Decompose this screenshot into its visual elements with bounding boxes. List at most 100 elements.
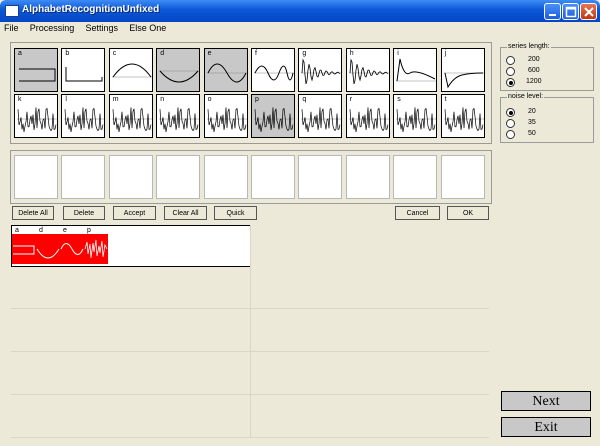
letter-cell-f[interactable]: f <box>251 48 295 92</box>
delete-button[interactable]: Delete <box>63 206 105 220</box>
letter-label: e <box>207 50 212 57</box>
menu-else-one[interactable]: Else One <box>129 23 166 33</box>
letter-cell-e[interactable]: e <box>203 48 248 92</box>
minimize-button[interactable] <box>544 3 561 20</box>
maximize-button[interactable] <box>562 3 579 20</box>
series-length-600-radio[interactable] <box>506 67 515 76</box>
letter-cell-a[interactable]: a <box>14 48 58 92</box>
letter-cell-m[interactable]: m <box>108 94 153 138</box>
letter-cell-i[interactable]: i <box>393 48 438 92</box>
sequence-cell[interactable] <box>12 234 36 264</box>
letter-cell-l[interactable]: l <box>61 94 106 138</box>
letter-cell-r[interactable]: r <box>345 94 390 138</box>
series-length-1200-radio[interactable] <box>506 78 515 87</box>
letter-label: d <box>160 50 165 57</box>
letter-label: n <box>160 96 165 103</box>
noise-level-20-label: 20 <box>528 108 536 115</box>
letter-label: o <box>207 96 212 103</box>
letter-cell-k[interactable]: k <box>14 94 58 138</box>
menu-settings[interactable]: Settings <box>86 23 119 33</box>
empty-slot[interactable] <box>440 155 485 199</box>
noise-icon <box>348 107 389 132</box>
empty-slot[interactable] <box>393 155 438 199</box>
letter-cell-d[interactable]: d <box>156 48 201 92</box>
close-icon <box>584 7 594 17</box>
accept-button[interactable]: Accept <box>113 206 156 220</box>
sequence-label: a <box>15 227 19 234</box>
letter-label: s <box>397 96 401 103</box>
spike-decay-icon <box>396 58 437 82</box>
accepted-sequence: a d e p <box>11 225 251 267</box>
empty-slot[interactable] <box>251 155 295 199</box>
maximize-icon <box>565 6 577 18</box>
step-wave-icon <box>13 245 35 255</box>
letter-cell-t[interactable]: t <box>440 94 485 138</box>
letter-label: j <box>444 50 447 57</box>
letter-label: t <box>444 96 447 103</box>
clear-all-button[interactable]: Clear All <box>164 206 207 220</box>
sine-wave-icon <box>36 248 60 259</box>
chirp-icon <box>254 65 294 81</box>
menu-file[interactable]: File <box>4 23 19 33</box>
radio-selected-dot <box>508 80 513 85</box>
menu-bar: File Processing Settings Else One <box>4 23 175 37</box>
ok-button[interactable]: OK <box>447 206 489 220</box>
letter-label: i <box>397 50 399 57</box>
close-button[interactable] <box>580 3 597 20</box>
sequence-cell[interactable] <box>60 234 84 264</box>
letter-cell-p[interactable]: p <box>251 94 295 138</box>
menu-processing[interactable]: Processing <box>30 23 75 33</box>
empty-slot[interactable] <box>14 155 58 199</box>
series-length-1200-label: 1200 <box>526 78 542 85</box>
empty-slot[interactable] <box>61 155 106 199</box>
minimize-icon <box>549 14 556 16</box>
noise-level-35-radio[interactable] <box>506 119 515 128</box>
letter-label: m <box>112 96 119 103</box>
empty-slot[interactable] <box>203 155 248 199</box>
letter-cell-g[interactable]: g <box>298 48 343 92</box>
main-window: AlphabetRecognitionUnfixed File Processi… <box>0 0 600 446</box>
dip-decay-icon <box>443 72 484 89</box>
quick-button[interactable]: Quick <box>214 206 257 220</box>
letter-label: c <box>112 50 117 57</box>
title-bar[interactable]: AlphabetRecognitionUnfixed <box>0 0 600 22</box>
noise-level-50-radio[interactable] <box>506 130 515 139</box>
next-button[interactable]: Next <box>501 391 591 411</box>
letter-label: l <box>65 96 67 103</box>
noise-icon <box>84 239 108 259</box>
noise-icon <box>64 107 105 132</box>
result-grid <box>11 225 489 440</box>
letter-label: h <box>349 50 354 57</box>
full-sine-icon <box>60 243 84 255</box>
empty-slot[interactable] <box>108 155 153 199</box>
letter-cell-n[interactable]: n <box>156 94 201 138</box>
noise-level-legend: noise level: <box>507 93 545 100</box>
sequence-cell[interactable] <box>36 234 60 264</box>
letter-cell-c[interactable]: c <box>108 48 153 92</box>
delete-all-button[interactable]: Delete All <box>12 206 54 220</box>
noise-level-20-radio[interactable] <box>506 108 515 117</box>
letter-label: g <box>302 50 307 57</box>
sequence-label: d <box>39 227 43 234</box>
noise-level-50-label: 50 <box>528 130 536 137</box>
sequence-label: e <box>63 227 67 234</box>
letter-cell-b[interactable]: b <box>61 48 106 92</box>
sequence-label: p <box>87 227 91 234</box>
empty-slot[interactable] <box>345 155 390 199</box>
series-length-200-label: 200 <box>528 56 540 63</box>
cancel-button[interactable]: Cancel <box>395 206 440 220</box>
letter-label: b <box>65 50 70 57</box>
letter-cell-q[interactable]: q <box>298 94 343 138</box>
empty-slot[interactable] <box>156 155 201 199</box>
sequence-cell[interactable] <box>84 234 108 264</box>
noise-level-35-label: 35 <box>528 119 536 126</box>
letter-cell-h[interactable]: h <box>345 48 390 92</box>
letter-cell-j[interactable]: j <box>440 48 485 92</box>
exit-button[interactable]: Exit <box>501 417 591 437</box>
empty-slot[interactable] <box>298 155 343 199</box>
letter-cell-o[interactable]: o <box>203 94 248 138</box>
series-length-200-radio[interactable] <box>506 56 515 65</box>
arch-curve-icon <box>111 63 152 78</box>
letter-label: q <box>302 96 307 103</box>
letter-cell-s[interactable]: s <box>393 94 438 138</box>
